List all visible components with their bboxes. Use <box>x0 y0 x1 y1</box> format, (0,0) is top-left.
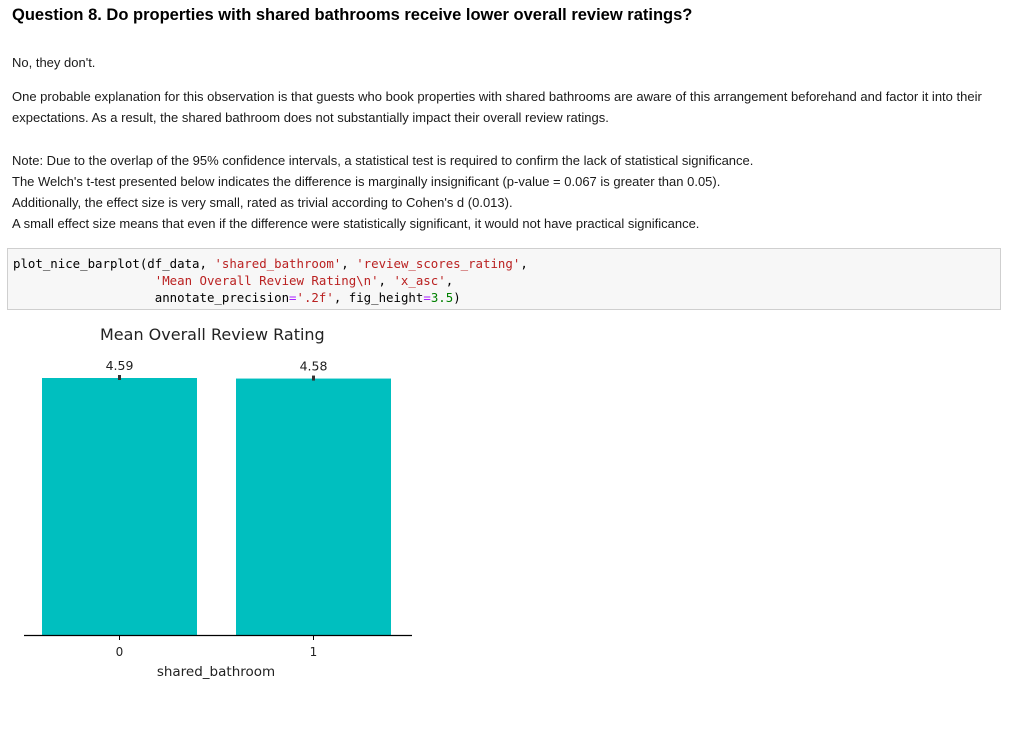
data-label: 4.58 <box>300 359 328 374</box>
data-label: 4.59 <box>106 358 134 373</box>
code-arg-order: 'x_asc' <box>393 273 446 288</box>
bar <box>236 378 391 635</box>
x-tick-label: 1 <box>310 645 318 659</box>
x-tick-label: 0 <box>116 645 124 659</box>
note-block: Note: Due to the overlap of the 95% conf… <box>12 150 1002 234</box>
note-line: The Welch's t-test presented below indic… <box>12 174 721 189</box>
bar <box>42 378 197 635</box>
note-line: A small effect size means that even if t… <box>12 216 700 231</box>
answer-text: No, they don't. <box>12 55 96 70</box>
chart-title: Mean Overall Review Rating <box>100 325 325 344</box>
code-arg-y: 'review_scores_rating' <box>356 256 521 271</box>
code-arg-x: 'shared_bathroom' <box>214 256 342 271</box>
note-line: Note: Due to the overlap of the 95% conf… <box>12 153 754 168</box>
bar-chart-svg: Mean Overall Review Rating shared_bathro… <box>24 325 412 680</box>
code-kw-precision: annotate_precision <box>154 290 290 305</box>
explanation-text: One probable explanation for this observ… <box>12 89 982 125</box>
question-heading: Question 8. Do properties with shared ba… <box>12 6 693 24</box>
code-kw-precision-value: '.2f' <box>296 290 334 305</box>
code-cell[interactable]: plot_nice_barplot(df_data, 'shared_bathr… <box>7 248 1001 310</box>
error-bar <box>118 375 121 380</box>
code-func: plot_nice_barplot <box>13 256 140 271</box>
code-arg-title: 'Mean Overall Review Rating\n' <box>154 273 379 288</box>
x-axis-label: shared_bathroom <box>157 664 275 680</box>
bar-chart: Mean Overall Review Rating shared_bathro… <box>0 316 430 686</box>
code-kw-height-value: 3.5 <box>430 290 454 305</box>
error-bar <box>312 375 315 381</box>
code-kw-height: fig_height <box>348 290 424 305</box>
note-line: Additionally, the effect size is very sm… <box>12 195 513 210</box>
code-arg-df: df_data <box>147 256 200 271</box>
